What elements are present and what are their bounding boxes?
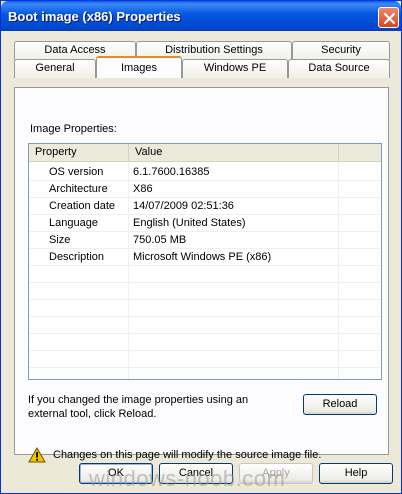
table-row[interactable]: OS version 6.1.7600.16385: [29, 164, 381, 181]
tab-images[interactable]: Images: [96, 56, 182, 78]
column-header-property[interactable]: Property: [29, 144, 129, 161]
image-properties-list[interactable]: Property Value OS version 6.1.7600.16385…: [28, 143, 382, 380]
tab-label: Windows PE: [203, 62, 267, 74]
list-header: Property Value: [29, 144, 381, 162]
dialog-client: Data Access Distribution Settings Securi…: [4, 31, 398, 492]
group-label: Image Properties:: [30, 123, 117, 135]
value-cell: 750.05 MB: [133, 234, 187, 246]
tab-general[interactable]: General: [14, 59, 96, 78]
tab-label: Data Source: [308, 62, 370, 74]
column-label: Property: [35, 146, 77, 158]
button-label: Help: [344, 467, 368, 479]
row-gridline: [29, 299, 381, 300]
images-tab-panel: Image Properties: Property Value OS vers…: [14, 87, 389, 463]
window-title: Boot image (x86) Properties: [8, 9, 181, 24]
row-gridline: [29, 282, 381, 283]
column-header-value[interactable]: Value: [129, 144, 339, 161]
value-cell: 14/07/2009 02:51:36: [133, 200, 234, 212]
help-button[interactable]: Help: [319, 463, 393, 484]
property-cell: Size: [49, 234, 71, 246]
row-gridline: [29, 333, 381, 334]
value-cell: X86: [133, 183, 153, 195]
property-cell: Language: [49, 217, 98, 229]
property-cell: Architecture: [49, 183, 108, 195]
property-cell: Creation date: [49, 200, 116, 212]
table-row[interactable]: Architecture X86: [29, 181, 381, 198]
warning-icon: [28, 447, 46, 463]
tab-data-source[interactable]: Data Source: [288, 59, 390, 78]
value-cell: Microsoft Windows PE (x86): [133, 251, 272, 263]
tab-security[interactable]: Security: [292, 41, 390, 60]
table-row[interactable]: Description Microsoft Windows PE (x86): [29, 249, 381, 266]
warning-text: Changes on this page will modify the sou…: [53, 449, 322, 461]
tab-label: Distribution Settings: [165, 44, 263, 56]
tab-label: Data Access: [44, 44, 106, 56]
table-row[interactable]: Creation date 14/07/2009 02:51:36: [29, 198, 381, 215]
watermark: windows-noob.com: [89, 466, 286, 491]
reload-info-text: If you changed the image properties usin…: [28, 394, 249, 420]
table-row[interactable]: Language English (United States): [29, 215, 381, 232]
row-gridline: [29, 316, 381, 317]
property-cell: Description: [49, 251, 105, 263]
close-button[interactable]: [378, 7, 399, 28]
table-row[interactable]: Size 750.05 MB: [29, 232, 381, 249]
row-gridline: [29, 350, 381, 351]
close-icon: [383, 12, 396, 25]
value-cell: English (United States): [133, 217, 246, 229]
property-cell: OS version: [49, 166, 104, 178]
tab-label: General: [35, 62, 75, 74]
button-label: Reload: [322, 398, 358, 410]
value-cell: 6.1.7600.16385: [133, 166, 210, 178]
tab-label: Security: [321, 44, 361, 56]
row-gridline: [29, 367, 381, 368]
properties-dialog: Boot image (x86) Properties Data Access …: [0, 0, 402, 494]
tab-windows-pe[interactable]: Windows PE: [182, 59, 288, 78]
tab-label: Images: [120, 62, 158, 74]
title-bar[interactable]: Boot image (x86) Properties: [1, 1, 401, 31]
reload-button[interactable]: Reload: [303, 394, 377, 415]
column-label: Value: [135, 146, 163, 158]
